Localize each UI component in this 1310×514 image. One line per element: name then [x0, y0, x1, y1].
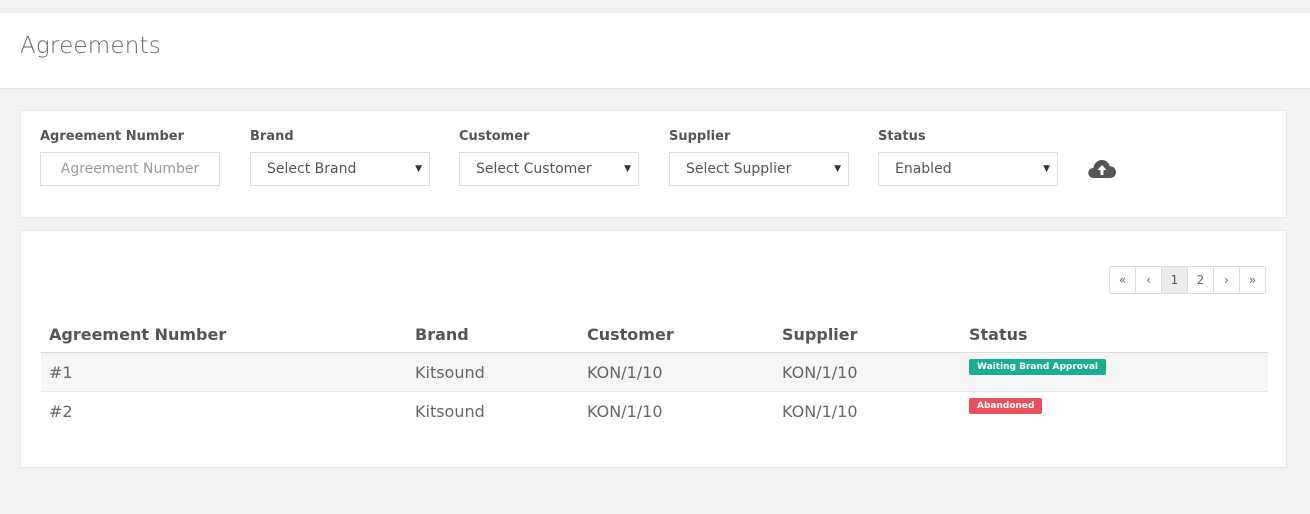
caret-down-icon: ▼ — [415, 164, 422, 174]
status-select[interactable]: Enabled ▼ — [878, 152, 1058, 186]
pagination-first[interactable]: « — [1110, 267, 1135, 293]
cell-supplier: KON/1/10 — [782, 401, 858, 421]
status-select-value: Enabled — [895, 161, 952, 177]
filter-panel: Agreement Number Brand Select Brand ▼ Cu… — [20, 110, 1287, 218]
cell-agreement-number: #2 — [49, 401, 73, 421]
cell-brand: Kitsound — [407, 352, 579, 392]
cell-agreement-number: #1 — [41, 352, 407, 392]
filter-label-status: Status — [878, 129, 926, 144]
filter-label-customer: Customer — [459, 129, 530, 144]
table-row[interactable]: #1 Kitsound KON/1/10 KON/1/10 Waiting Br… — [41, 352, 1268, 392]
supplier-select-value: Select Supplier — [686, 161, 792, 177]
agreement-number-input[interactable] — [41, 153, 219, 185]
results-panel: « ‹ 1 2 › » Agreement Number Brand Custo… — [20, 230, 1287, 468]
page-header: Agreements — [0, 13, 1310, 89]
column-header-agreement-number[interactable]: Agreement Number — [41, 316, 407, 353]
brand-select-value: Select Brand — [267, 161, 357, 177]
filter-label-brand: Brand — [250, 129, 294, 144]
pagination: « ‹ 1 2 › » — [1109, 266, 1266, 294]
brand-select[interactable]: Select Brand ▼ — [250, 152, 430, 186]
caret-down-icon: ▼ — [1043, 164, 1050, 174]
status-badge: Abandoned — [969, 397, 1043, 414]
caret-down-icon: ▼ — [624, 164, 631, 174]
pagination-last[interactable]: » — [1239, 267, 1265, 293]
filter-label-supplier: Supplier — [669, 129, 731, 144]
table-header-row: Agreement Number Brand Customer Supplier… — [41, 316, 1268, 353]
page-title: Agreements — [20, 33, 161, 59]
filter-status: Status Enabled ▼ — [878, 128, 1058, 186]
filter-agreement-number: Agreement Number — [40, 128, 220, 186]
customer-select-value: Select Customer — [476, 161, 592, 177]
agreements-table: Agreement Number Brand Customer Supplier… — [41, 316, 1268, 430]
pagination-page-1[interactable]: 1 — [1161, 267, 1187, 293]
filter-label-agreement-number: Agreement Number — [40, 129, 184, 144]
column-header-supplier[interactable]: Supplier — [774, 316, 961, 353]
column-header-status[interactable]: Status — [961, 316, 1268, 353]
cell-status: Waiting Brand Approval — [961, 352, 1268, 392]
cloud-upload-icon[interactable] — [1087, 157, 1117, 181]
pagination-page-2[interactable]: 2 — [1187, 267, 1213, 293]
pagination-next[interactable]: › — [1213, 267, 1239, 293]
filter-supplier: Supplier Select Supplier ▼ — [669, 128, 849, 186]
pagination-prev[interactable]: ‹ — [1135, 267, 1161, 293]
cell-supplier: KON/1/10 — [774, 352, 961, 392]
column-header-brand[interactable]: Brand — [407, 316, 579, 353]
table-row[interactable]: #2 Kitsound KON/1/10 KON/1/10 Abandoned — [41, 392, 1268, 431]
agreement-number-field-wrapper — [40, 152, 220, 186]
status-badge: Waiting Brand Approval — [969, 358, 1106, 375]
supplier-select[interactable]: Select Supplier ▼ — [669, 152, 849, 186]
filter-brand: Brand Select Brand ▼ — [250, 128, 430, 186]
cell-brand: Kitsound — [415, 401, 485, 421]
cell-customer: KON/1/10 — [587, 401, 663, 421]
customer-select[interactable]: Select Customer ▼ — [459, 152, 639, 186]
caret-down-icon: ▼ — [834, 164, 841, 174]
column-header-customer[interactable]: Customer — [579, 316, 774, 353]
filter-customer: Customer Select Customer ▼ — [459, 128, 639, 186]
cell-status: Abandoned — [961, 392, 1268, 431]
cell-customer: KON/1/10 — [579, 352, 774, 392]
